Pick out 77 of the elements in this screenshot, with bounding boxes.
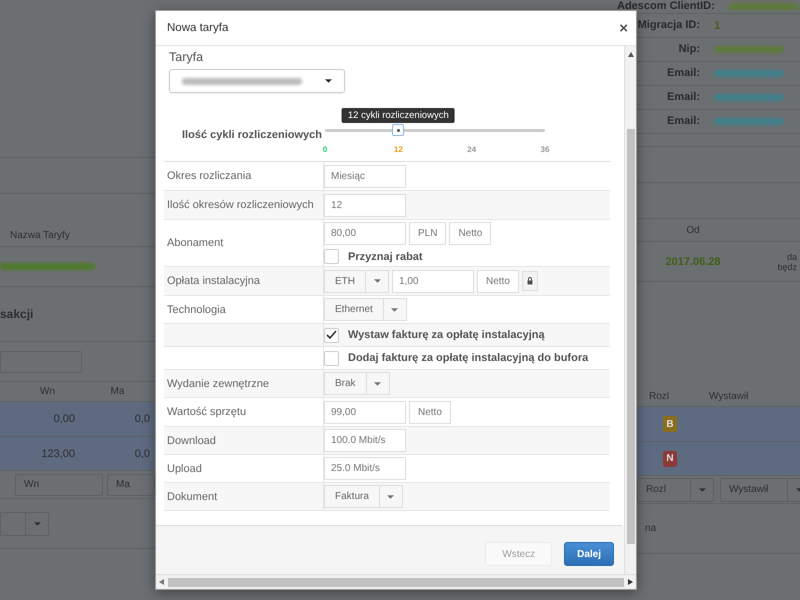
- filter-select[interactable]: Rozl: [637, 478, 714, 502]
- vertical-scrollbar[interactable]: [624, 46, 636, 574]
- info-label: Email:: [666, 115, 700, 128]
- select-dropdown[interactable]: Ethernet: [324, 298, 407, 321]
- input-field[interactable]: 12: [324, 194, 406, 216]
- status-badge: B: [663, 416, 677, 432]
- checkbox-label: Dodaj fakturę za opłatę instalacyjną do bufora: [348, 352, 588, 364]
- table-cell-text: będz: [776, 262, 797, 272]
- info-label: Migracja ID:: [638, 19, 700, 32]
- slider-label: Ilość cykli rozliczeniowych: [181, 129, 323, 141]
- table-cell-text: 0,0: [134, 413, 150, 425]
- column-header: Od: [685, 224, 701, 236]
- column-header: Wn: [39, 386, 56, 397]
- close-button[interactable]: ×: [619, 20, 628, 36]
- input-field[interactable]: 25.0 Mbit/s: [324, 457, 406, 480]
- dialog-title: Nowa taryfa: [167, 22, 228, 34]
- section-title: sakcji: [0, 307, 34, 321]
- select-dropdown[interactable]: Brak: [324, 372, 390, 395]
- input-field[interactable]: Miesiąc: [324, 164, 406, 188]
- tax-addon: Netto: [409, 400, 451, 424]
- next-button[interactable]: Dalej: [564, 542, 614, 566]
- info-value: 1: [714, 20, 720, 32]
- slider-track[interactable]: [325, 124, 545, 136]
- field-label: Taryfa: [169, 50, 204, 64]
- info-label: Nip:: [678, 43, 700, 56]
- status-badge: N: [663, 450, 677, 466]
- input-field[interactable]: 80,00: [324, 222, 406, 245]
- tax-addon: Netto: [477, 270, 519, 292]
- checkbox-label: Przyznaj rabat: [348, 250, 423, 262]
- table-cell-text: da: [786, 252, 797, 262]
- table-cell-text: 123,00: [40, 448, 75, 460]
- select-dropdown[interactable]: [0, 512, 49, 536]
- scroll-right-arrow-icon[interactable]: [628, 579, 633, 585]
- filter-field[interactable]: Ma: [107, 474, 155, 496]
- column-header: Rozl: [649, 391, 670, 402]
- tax-addon: Netto: [449, 222, 492, 245]
- slider-tooltip: 12 cykli rozliczeniowych: [342, 108, 455, 123]
- input-field[interactable]: 100.0 Mbit/s: [324, 429, 406, 452]
- tick-label: 12: [394, 145, 403, 154]
- info-label: Email:: [666, 91, 700, 104]
- input-field[interactable]: 1,00: [392, 270, 474, 292]
- checkbox[interactable]: [324, 249, 339, 264]
- horizontal-scrollbar[interactable]: [156, 574, 636, 589]
- slider-thumb[interactable]: [392, 124, 404, 136]
- caret-icon: [374, 279, 380, 283]
- caret-icon: [374, 382, 382, 386]
- scroll-left-arrow-icon[interactable]: [159, 579, 164, 585]
- input-field[interactable]: 99,00: [324, 400, 406, 424]
- column-header: Wystawił: [709, 391, 748, 402]
- date-value: 2017.06.28: [664, 256, 722, 268]
- caret-icon: [325, 79, 332, 83]
- info-label: Email:: [666, 67, 700, 80]
- checkbox[interactable]: [324, 328, 339, 342]
- tariff-select[interactable]: [169, 69, 345, 93]
- checkbox-label: Wystaw fakturę za opłatę instalacyjną: [348, 329, 545, 341]
- select-dropdown[interactable]: ETH: [324, 270, 389, 292]
- checkbox[interactable]: [324, 350, 339, 366]
- tick-label: 0: [322, 145, 328, 154]
- tick-label: 24: [467, 145, 476, 154]
- scroll-up-arrow-icon[interactable]: [628, 52, 634, 57]
- filter-select[interactable]: Wystawił: [720, 478, 800, 502]
- button-label: na: [645, 523, 656, 534]
- currency-addon: PLN: [409, 222, 446, 245]
- column-header: Ma: [110, 386, 126, 397]
- caret-icon: [698, 488, 706, 492]
- lock-icon: [526, 277, 533, 285]
- filter-field[interactable]: Wn: [15, 474, 103, 496]
- table-cell-text: 0,0: [134, 448, 150, 460]
- column-header: Nazwa Taryfy: [10, 230, 70, 240]
- select-dropdown[interactable]: Faktura: [324, 485, 403, 508]
- table-cell-text: 0,00: [52, 413, 75, 425]
- tick-label: 36: [540, 145, 550, 154]
- info-label: Adescom ClientID:: [617, 0, 715, 13]
- caret-icon: [387, 494, 394, 498]
- caret-icon: [34, 522, 40, 526]
- caret-icon: [391, 308, 398, 312]
- lock-button[interactable]: [522, 271, 538, 291]
